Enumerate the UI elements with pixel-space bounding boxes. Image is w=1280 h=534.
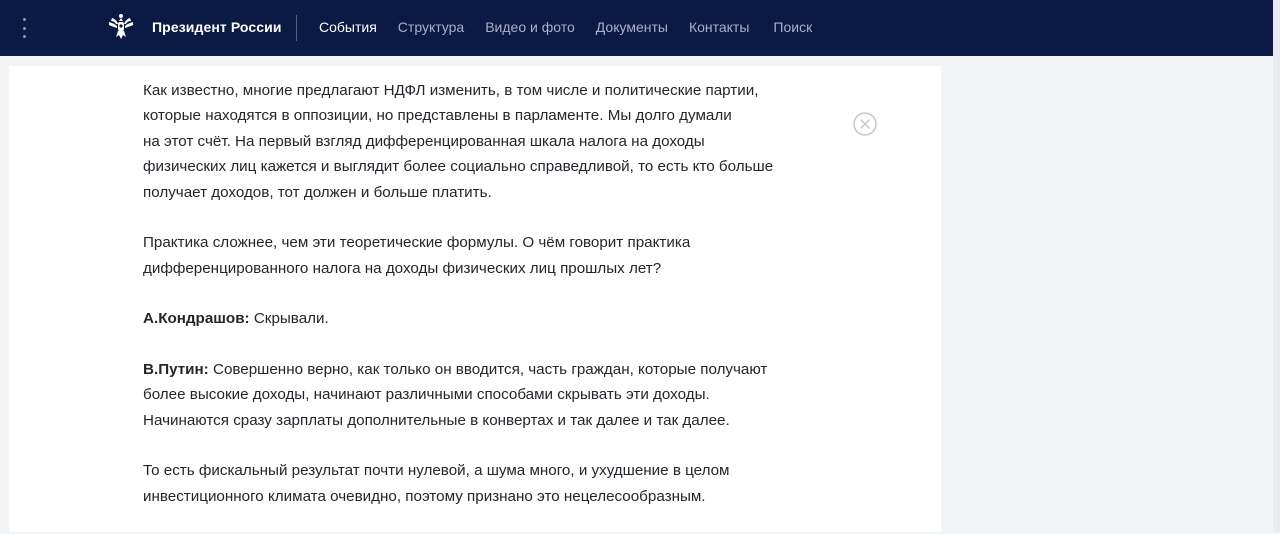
top-navigation-bar: Президент России События Структура Видео… bbox=[0, 0, 1273, 56]
menu-dot bbox=[22, 18, 26, 21]
site-title[interactable]: Президент России bbox=[152, 19, 282, 35]
page-scrollbar[interactable] bbox=[1273, 0, 1280, 532]
article-paragraph: В.Путин: Совершенно верно, как только он… bbox=[143, 357, 823, 433]
nav-item-search[interactable]: Поиск bbox=[773, 19, 812, 35]
text-line: более высокие доходы, начинают различным… bbox=[143, 386, 710, 404]
nav-item-documents[interactable]: Документы bbox=[596, 19, 668, 35]
nav-item-events[interactable]: События bbox=[319, 19, 377, 35]
main-nav: События Структура Видео и фото Документы… bbox=[319, 19, 833, 35]
text-line: которые находятся в оппозиции, но предст… bbox=[143, 107, 732, 125]
menu-dot bbox=[22, 26, 26, 30]
nav-item-video-photo[interactable]: Видео и фото bbox=[485, 19, 575, 35]
close-icon[interactable] bbox=[853, 112, 877, 136]
article-paragraph: А.Кондрашов: Скрывали. bbox=[143, 306, 823, 331]
article-body: Как известно, многие предлагают НДФЛ изм… bbox=[143, 78, 823, 534]
speaker-name: А.Кондрашов: bbox=[143, 310, 250, 328]
text-line: Совершенно верно, как только он вводится… bbox=[208, 360, 768, 378]
speaker-name: В.Путин: bbox=[143, 360, 209, 378]
text-line: То есть фискальный результат почти нулев… bbox=[143, 462, 730, 480]
header-divider bbox=[296, 15, 297, 41]
text-line: на этот счёт. На первый взгляд дифференц… bbox=[143, 132, 705, 150]
text-line: физических лиц кажется и выглядит более … bbox=[143, 158, 774, 176]
speaker-remark: Скрывали. bbox=[249, 310, 329, 328]
nav-item-contacts[interactable]: Контакты bbox=[689, 19, 749, 35]
nav-item-structure[interactable]: Структура bbox=[398, 19, 464, 35]
double-headed-eagle-icon[interactable] bbox=[106, 12, 136, 42]
menu-dot bbox=[22, 35, 26, 38]
text-line: дифференцированного налога на доходы физ… bbox=[143, 259, 662, 277]
article-paragraph: Как известно, многие предлагают НДФЛ изм… bbox=[143, 78, 823, 205]
menu-icon[interactable] bbox=[20, 18, 28, 38]
text-line: инвестиционного климата очевидно, поэтом… bbox=[143, 487, 706, 505]
text-line: Начинаются сразу зарплаты дополнительные… bbox=[143, 411, 730, 429]
text-line: получает доходов, тот должен и больше пл… bbox=[143, 183, 492, 201]
article-paragraph: Практика сложнее, чем эти теоретические … bbox=[143, 230, 823, 281]
text-line: Как известно, многие предлагают НДФЛ изм… bbox=[143, 82, 759, 99]
article-paragraph: То есть фискальный результат почти нулев… bbox=[143, 458, 823, 509]
text-line: Практика сложнее, чем эти теоретические … bbox=[143, 234, 691, 252]
